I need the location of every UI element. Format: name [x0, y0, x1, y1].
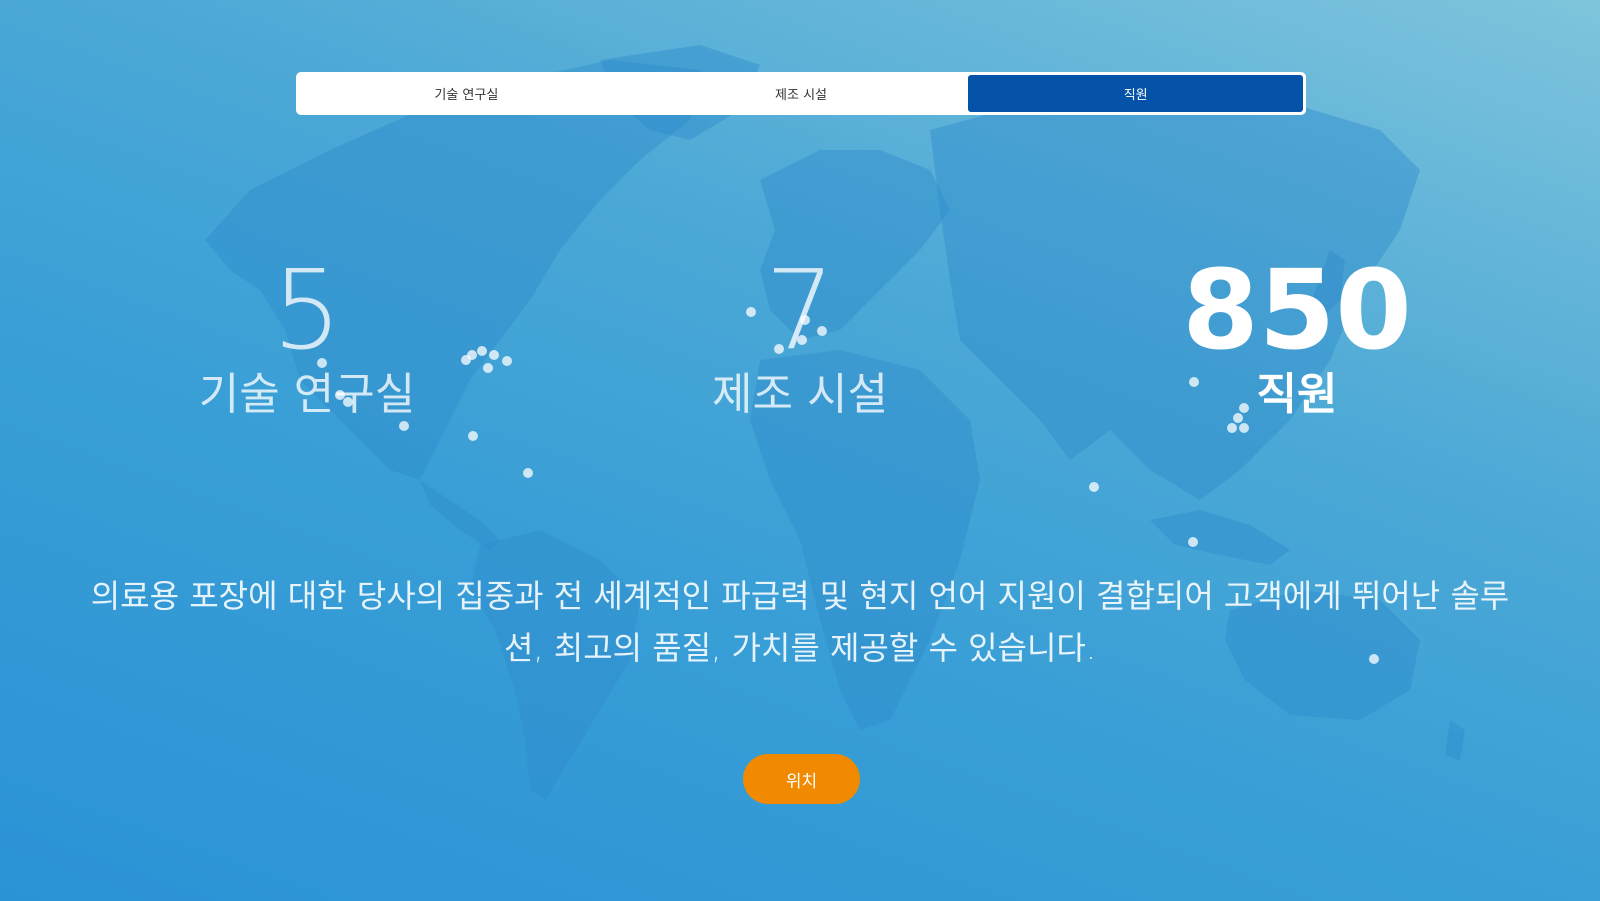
stat-tech-labs-value: 5	[272, 246, 342, 374]
location-dot	[1227, 423, 1237, 433]
stat-employees-label: 직원	[1256, 369, 1338, 420]
southeast-asia-shape	[1150, 510, 1290, 565]
tab-employees[interactable]: 직원	[968, 75, 1304, 112]
stat-tech-labs-label: 기술 연구실	[198, 369, 416, 420]
stat-employees-value: 850	[1182, 246, 1412, 374]
location-dot	[1239, 423, 1249, 433]
tab-tech-labs[interactable]: 기술 연구실	[299, 75, 634, 112]
new-zealand-shape	[1445, 720, 1465, 760]
stat-manufacturing: 7 제조 시설	[610, 255, 990, 423]
stat-tech-labs: 5 기술 연구실	[117, 255, 497, 423]
stat-employees: 850 직원	[1107, 255, 1487, 423]
central-america-shape	[420, 480, 500, 550]
description-text: 의료용 포장에 대한 당사의 집중과 전 세계적인 파급력 및 현지 언어 지원…	[90, 577, 1510, 667]
location-dot	[468, 431, 478, 441]
location-dot	[523, 468, 533, 478]
location-dot	[1188, 537, 1198, 547]
stat-manufacturing-label: 제조 시설	[712, 369, 888, 420]
tab-manufacturing[interactable]: 제조 시설	[634, 75, 969, 112]
location-dot	[1089, 482, 1099, 492]
category-tabs: 기술 연구실 제조 시설 직원	[296, 72, 1306, 115]
location-dot	[502, 356, 512, 366]
stat-manufacturing-value: 7	[765, 246, 835, 374]
location-button[interactable]: 위치	[743, 754, 860, 804]
